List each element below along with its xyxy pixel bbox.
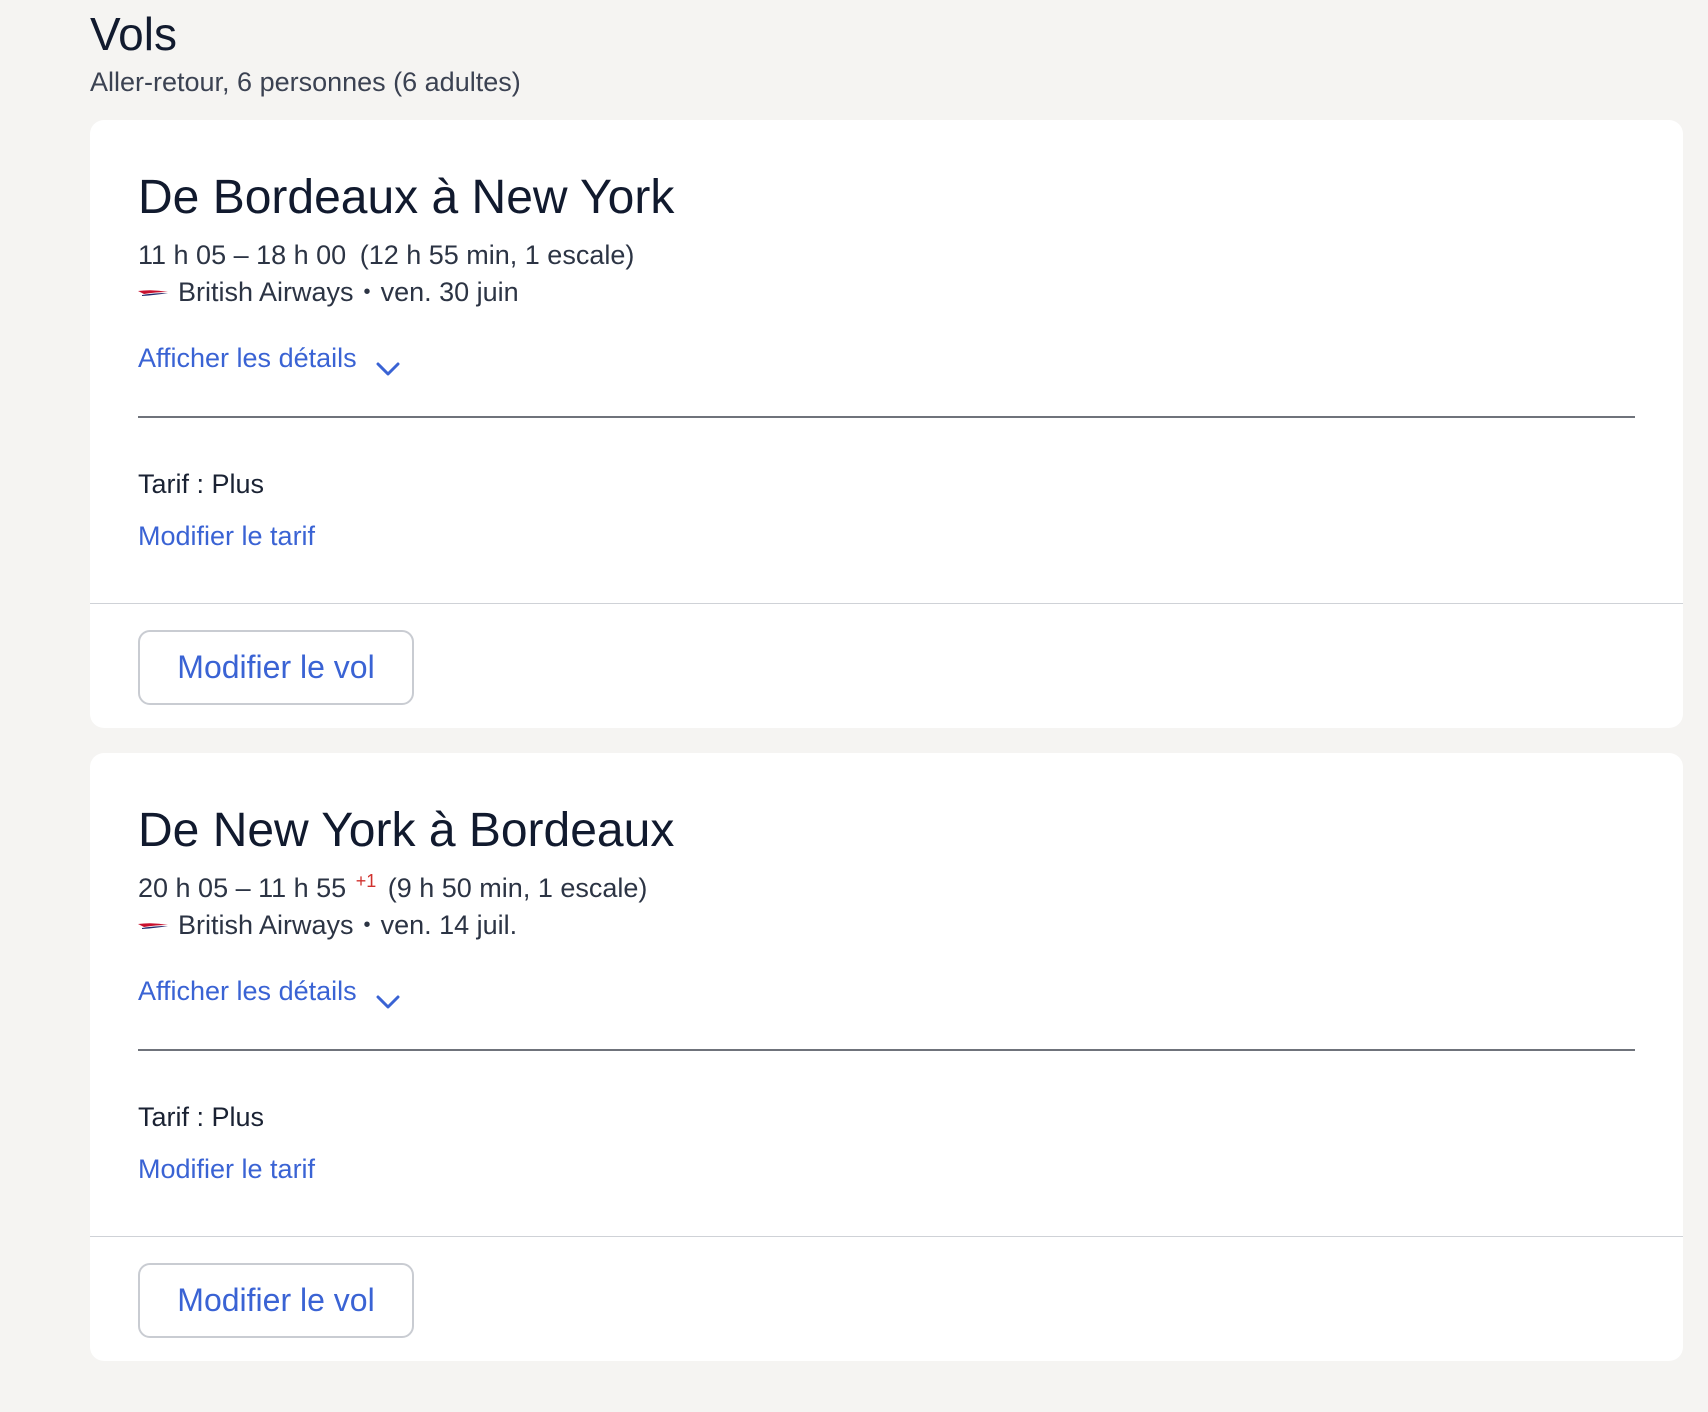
flight-times: 11 h 05 – 18 h 00 (12 h 55 min, 1 escale… bbox=[138, 230, 634, 273]
change-fare-link[interactable]: Modifier le tarif bbox=[138, 1151, 315, 1187]
flight-times: 20 h 05 – 11 h 55 +1 (9 h 50 min, 1 esca… bbox=[138, 863, 647, 906]
chevron-down-icon bbox=[375, 983, 401, 1009]
card-footer: Modifier le vol bbox=[90, 1237, 1683, 1361]
day-offset: +1 bbox=[355, 871, 377, 891]
airline-name: British Airways bbox=[178, 277, 354, 307]
show-details-link[interactable]: Afficher les détails bbox=[138, 340, 401, 376]
duration: (12 h 55 min, 1 escale) bbox=[359, 240, 635, 270]
page-header: Vols Aller-retour, 6 personnes (6 adulte… bbox=[90, 6, 521, 100]
airline-row: British Airways • ven. 14 juil. bbox=[138, 907, 517, 943]
fare-label: Tarif : Plus bbox=[138, 469, 265, 499]
separator: • bbox=[363, 281, 371, 303]
route-title: De New York à Bordeaux bbox=[138, 804, 675, 857]
airline-name: British Airways bbox=[178, 910, 354, 940]
show-details-label: Afficher les détails bbox=[138, 976, 357, 1006]
route-title: De Bordeaux à New York bbox=[138, 171, 675, 224]
british-airways-logo-icon bbox=[138, 919, 168, 931]
card-footer: Modifier le vol bbox=[90, 604, 1683, 728]
change-flight-button[interactable]: Modifier le vol bbox=[138, 1263, 414, 1338]
chevron-down-icon bbox=[375, 350, 401, 376]
flight-card-outbound: De Bordeaux à New York 11 h 05 – 18 h 00… bbox=[90, 120, 1683, 728]
separator: • bbox=[363, 914, 371, 936]
british-airways-logo-icon bbox=[138, 286, 168, 298]
flight-card-return: De New York à Bordeaux 20 h 05 – 11 h 55… bbox=[90, 753, 1683, 1361]
trip-summary: Aller-retour, 6 personnes (6 adultes) bbox=[90, 67, 521, 97]
duration: (9 h 50 min, 1 escale) bbox=[387, 873, 648, 903]
time-range: 11 h 05 – 18 h 00 bbox=[138, 240, 347, 270]
flight-date: ven. 30 juin bbox=[380, 277, 519, 307]
show-details-label: Afficher les détails bbox=[138, 343, 357, 373]
change-fare-link[interactable]: Modifier le tarif bbox=[138, 518, 315, 554]
divider bbox=[138, 1049, 1635, 1051]
change-flight-button[interactable]: Modifier le vol bbox=[138, 630, 414, 705]
time-range: 20 h 05 – 11 h 55 bbox=[138, 873, 347, 903]
fare-label: Tarif : Plus bbox=[138, 1102, 265, 1132]
flight-date: ven. 14 juil. bbox=[380, 910, 518, 940]
airline-row: British Airways • ven. 30 juin bbox=[138, 274, 519, 310]
show-details-link[interactable]: Afficher les détails bbox=[138, 973, 401, 1009]
page-title: Vols bbox=[90, 8, 177, 60]
divider bbox=[138, 416, 1635, 418]
